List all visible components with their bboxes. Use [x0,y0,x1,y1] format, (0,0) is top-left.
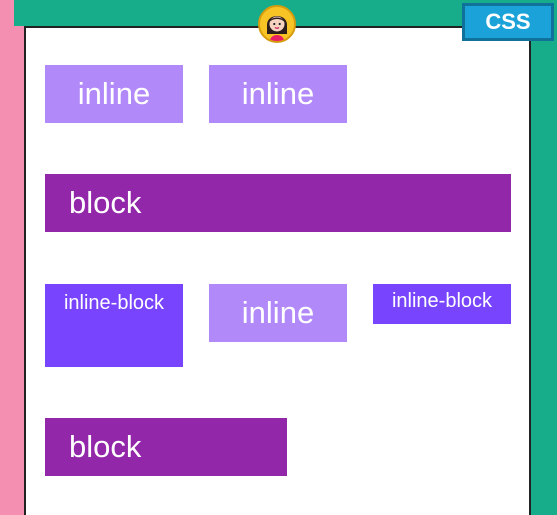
inline-box: inline [45,65,183,123]
pink-border-edge [0,0,24,515]
block-box: block [45,174,511,232]
inline-block-box: inline-block [373,284,511,324]
inline-box: inline [209,284,347,342]
teal-border-right [531,0,557,515]
girl-avatar-icon [258,5,296,43]
inline-box: inline [209,65,347,123]
inline-block-box: inline-block [45,284,183,367]
block-box: block [45,418,287,476]
css-badge: CSS [462,3,554,41]
